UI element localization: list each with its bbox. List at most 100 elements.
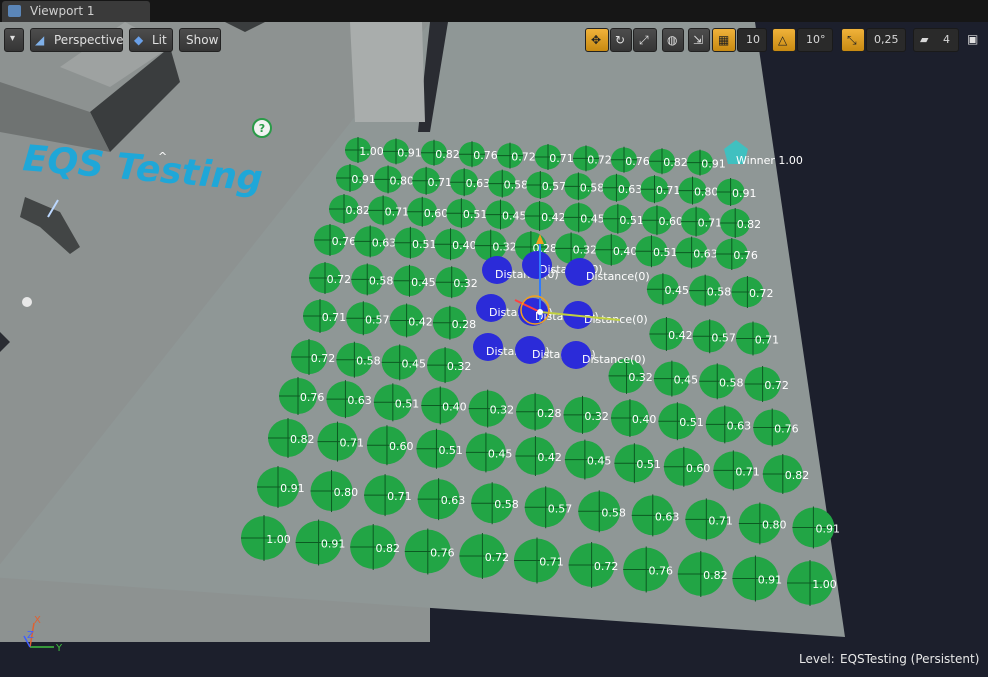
scale-snap-button[interactable]: ⤡ [841,28,865,52]
eqs-item-score: 0.58 [356,355,381,368]
player-start-icon[interactable] [22,297,32,307]
help-icon-glyph: ? [259,122,265,135]
eqs-item-score: 0.91 [321,538,346,551]
eqs-item-score: 0.82 [703,569,728,582]
perspective-button[interactable]: ◢ Perspective [30,28,124,52]
eqs-item-score: 0.80 [694,186,719,199]
camera-icon: ▰ [920,33,929,46]
maximize-icon: ▣ [967,32,979,46]
eqs-item-score: 0.32 [628,371,653,384]
lit-button[interactable]: ◆ Lit [129,28,173,52]
eqs-item-score: 0.60 [686,462,711,475]
eqs-item-score: 0.72 [327,273,352,286]
eqs-item-score: 0.71 [322,311,347,324]
eqs-item-score: 0.71 [755,334,780,347]
eqs-item-score: 0.72 [764,379,789,392]
eqs-item-score: 1.00 [266,533,291,546]
globe-icon: ◍ [667,33,678,47]
eqs-item-score: 0.51 [636,458,661,471]
eqs-item-score: 0.91 [732,187,757,200]
viewport-options-button[interactable]: ▾ [4,28,24,52]
eqs-item-score: 0.32 [490,404,514,417]
eqs-item-score: 0.40 [613,245,638,258]
scale-icon: ⤢ [639,33,649,47]
eqs-item-score: 0.71 [656,184,681,197]
eqs-item-score: 0.71 [385,205,410,218]
level-label: Level: [799,652,835,666]
eqs-item-score: 0.63 [618,183,643,196]
lit-label: Lit [152,33,167,47]
scene-canvas[interactable]: ? ^ EQS Testing 1.00 0.91 0.82 0.76 0.72 0.71… [0,22,988,677]
eqs-item-score: 0.63 [727,419,752,432]
rotate-mode-button[interactable]: ↻ [610,28,632,52]
eqs-item-score: 0.80 [389,174,414,187]
eqs-item-score: 0.63 [347,394,372,407]
eqs-item-score: 0.45 [665,284,690,297]
show-label: Show [186,33,219,47]
scale-mode-button[interactable]: ⤢ [633,28,657,52]
eqs-item-score: 0.28 [452,318,477,331]
viewport-tab[interactable]: Viewport 1 [2,1,150,22]
grid-snap-value[interactable]: 10 [737,28,767,52]
viewport-icon [8,5,21,17]
eqs-item-score: 0.76 [473,149,498,162]
coordinate-space-button[interactable]: ◍ [662,28,684,52]
eqs-item-score: 0.51 [438,444,463,457]
eqs-item-score: 0.76 [649,565,674,578]
eqs-item-score: 0.63 [441,494,466,507]
gizmo-center[interactable] [537,309,543,315]
rotation-snap-value[interactable]: 10° [797,28,833,52]
surface-snap-icon: ⇲ [693,33,704,47]
eqs-item-score: 0.32 [573,243,598,256]
eqs-item-score: 0.58 [504,179,529,192]
eqs-item-score: 0.72 [485,551,510,564]
eqs-item-score: 0.45 [411,276,436,289]
eqs-item-score: 0.82 [346,204,371,217]
eqs-item-score: 0.60 [389,440,414,453]
eqs-item-score: 0.91 [280,482,305,495]
eqs-item-score: 1.00 [812,578,837,591]
eqs-item-score: 0.32 [584,410,609,423]
scale-snap-icon: ⤡ [847,33,857,47]
eqs-item-score: 0.76 [774,423,799,436]
eqs-item-score: 0.32 [447,360,472,373]
rotation-snap-button[interactable]: △ [772,28,796,52]
perspective-icon: ◢ [35,33,45,47]
perspective-label: Perspective [54,33,124,47]
eqs-item-score: 0.63 [372,236,397,249]
eqs-item-score: 0.58 [719,376,744,389]
grid-snap-text: 10 [746,33,760,46]
viewport[interactable]: ? ^ EQS Testing 1.00 0.91 0.82 0.76 0.72 0.71… [0,22,988,677]
eqs-item-score: 0.58 [369,274,394,287]
axis-y-label: Y [55,643,63,654]
maximize-viewport-button[interactable]: ▣ [964,28,982,52]
translate-mode-button[interactable]: ✥ [585,28,609,52]
eqs-item-score: 0.51 [412,238,437,251]
eqs-item-score: 0.57 [365,313,390,326]
eqs-item-score: 0.91 [758,574,783,587]
eqs-item-score: 0.40 [452,239,477,252]
eqs-item-score: 0.45 [502,210,526,223]
eqs-item-score: 0.51 [395,397,420,410]
eqs-item-score: 0.42 [541,211,566,224]
eqs-item-score: 0.91 [397,146,422,159]
eqs-item-score: 0.71 [339,437,364,450]
eqs-item-score: 0.51 [619,214,644,227]
eqs-item-score: 0.58 [580,181,605,194]
eqs-item-score: 0.76 [332,235,357,248]
eqs-item-score: 0.76 [625,155,650,168]
eqs-item-score: 0.45 [488,447,513,460]
eqs-item-score: 0.80 [334,486,359,499]
surface-snap-button[interactable]: ⇲ [688,28,710,52]
grid-snap-button[interactable]: ▦ [712,28,736,52]
eqs-item-score: 0.32 [453,277,478,290]
eqs-item-score: 0.82 [435,148,460,161]
camera-speed-button[interactable]: ▰ 4 [913,28,959,52]
scale-snap-value[interactable]: 0,25 [866,28,906,52]
show-button[interactable]: Show [179,28,221,52]
eqs-item-score: 0.76 [733,249,758,262]
eqs-item-score: 0.57 [548,502,573,515]
eqs-item-score: 0.58 [707,286,732,299]
eqs-item-score: 0.45 [402,357,427,370]
eqs-item-score: 0.28 [537,407,562,420]
